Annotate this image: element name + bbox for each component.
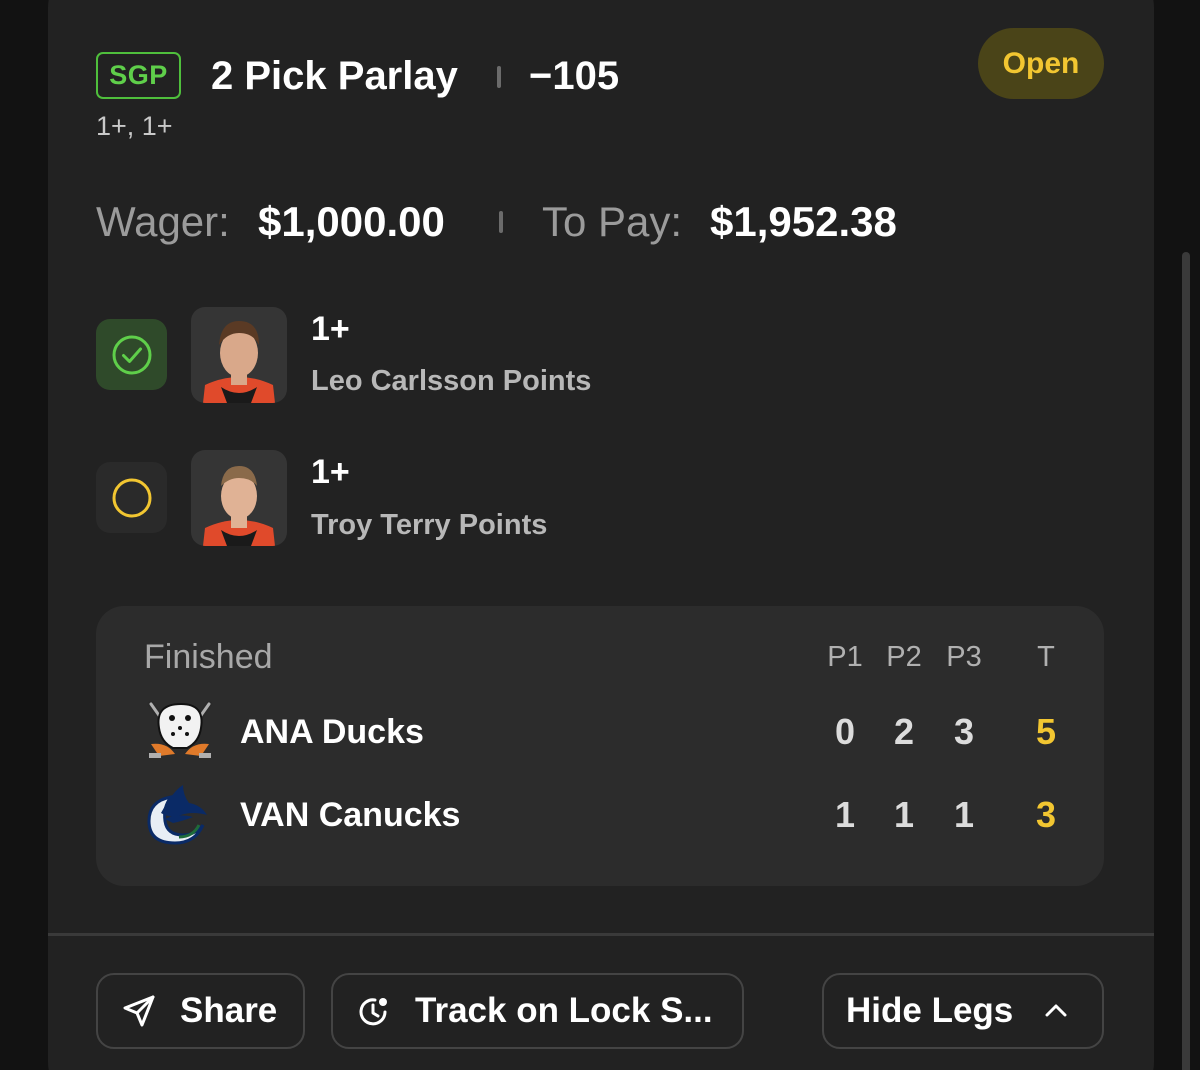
score-p1: 1 [834, 794, 856, 835]
score-p2: 2 [893, 711, 915, 752]
wager-separator [499, 211, 503, 233]
status-badge: Open [978, 28, 1104, 99]
score-p3: 3 [953, 711, 975, 752]
canucks-logo-icon [143, 781, 213, 847]
share-button[interactable]: Share [96, 973, 305, 1049]
leg-status-won [96, 319, 167, 390]
bet-subtitle: 1+, 1+ [96, 111, 173, 141]
hide-legs-button[interactable]: Hide Legs [822, 973, 1104, 1049]
share-label: Share [180, 991, 278, 1030]
leg-line: 1+ [311, 453, 350, 491]
period-header-p1: P1 [827, 641, 863, 673]
chevron-up-icon [1043, 998, 1069, 1024]
score-total: 5 [1035, 711, 1057, 752]
leg-market: Troy Terry Points [311, 509, 548, 541]
send-icon [120, 992, 158, 1030]
bet-title: 2 Pick Parlay [211, 54, 458, 98]
pending-circle-icon [112, 478, 151, 517]
score-p2: 1 [893, 794, 915, 835]
title-separator [497, 66, 501, 88]
period-header-total: T [1037, 641, 1055, 673]
leg-status-pending [96, 462, 167, 533]
player-avatar-carlsson [191, 307, 287, 403]
sgp-badge: SGP [96, 52, 181, 99]
track-label: Track on Lock S... [415, 991, 713, 1030]
score-p1: 0 [834, 711, 856, 752]
wager-label: Wager: [96, 198, 230, 245]
bet-odds: −105 [529, 54, 620, 98]
ducks-logo-icon [145, 698, 215, 764]
track-lock-screen-button[interactable]: Track on Lock S... [331, 973, 744, 1049]
lock-screen-track-icon [355, 992, 393, 1030]
wager-value: $1,000.00 [258, 198, 445, 245]
scrollbar[interactable] [1182, 252, 1190, 1070]
score-total: 3 [1035, 794, 1057, 835]
hide-legs-label: Hide Legs [846, 991, 1014, 1030]
to-pay-value: $1,952.38 [710, 198, 897, 245]
divider [48, 933, 1154, 936]
game-state: Finished [144, 638, 273, 676]
score-p3: 1 [953, 794, 975, 835]
team-name-away: VAN Canucks [240, 796, 461, 834]
period-header-p3: P3 [946, 641, 982, 673]
to-pay-label: To Pay: [542, 198, 683, 245]
period-header-p2: P2 [886, 641, 922, 673]
leg-line: 1+ [311, 310, 350, 348]
team-name-home: ANA Ducks [240, 713, 424, 751]
player-avatar-terry [191, 450, 287, 546]
leg-market: Leo Carlsson Points [311, 365, 592, 397]
check-circle-icon [112, 335, 151, 374]
